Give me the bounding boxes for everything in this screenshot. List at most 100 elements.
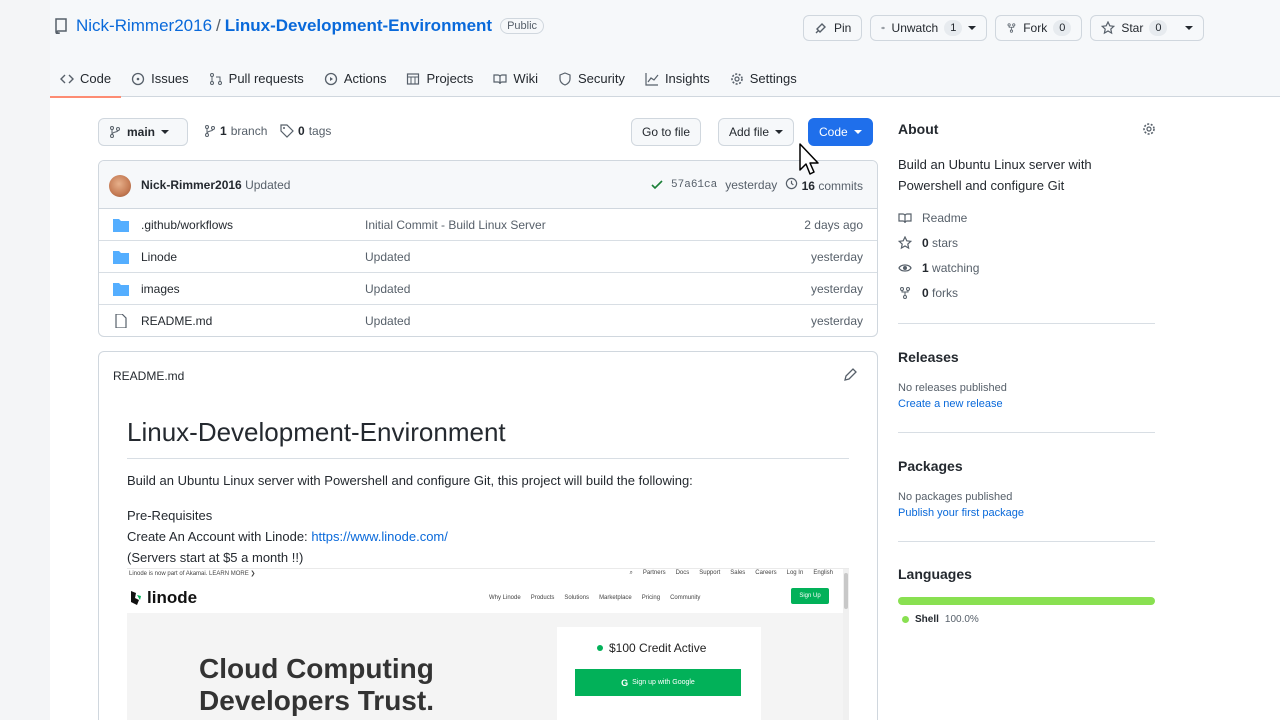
- repo-name-link[interactable]: Linux-Development-Environment: [225, 16, 492, 36]
- table-row[interactable]: Linode Updated yesterday: [99, 241, 877, 273]
- file-name[interactable]: Linode: [141, 250, 177, 264]
- publish-package-link[interactable]: Publish your first package: [898, 507, 1024, 519]
- readme-filename[interactable]: README.md: [113, 369, 184, 383]
- commit-sha[interactable]: 57a61ca: [671, 179, 717, 191]
- code-button[interactable]: Code: [808, 118, 873, 146]
- linode-top-link: Log In: [786, 570, 804, 576]
- file-name[interactable]: README.md: [141, 314, 212, 328]
- commit-message[interactable]: Updated: [245, 178, 290, 192]
- commits-count: 16: [801, 179, 815, 193]
- file-icon: [115, 314, 127, 328]
- google-icon: G: [621, 677, 629, 688]
- linode-menu-item: Why Linode: [489, 595, 521, 601]
- readme-link[interactable]: Readme: [898, 211, 967, 225]
- about-description: Build an Ubuntu Linux server with Powers…: [898, 157, 1092, 193]
- linode-link[interactable]: https://www.linode.com/: [311, 529, 448, 544]
- repo-owner-link[interactable]: Nick-Rimmer2016: [76, 16, 212, 36]
- packages-empty: No packages published: [898, 491, 1013, 503]
- file-commit-message[interactable]: Updated: [365, 314, 410, 328]
- stars-count: 0: [922, 236, 929, 250]
- avatar[interactable]: [109, 175, 131, 197]
- linode-leaf-icon: [131, 591, 141, 605]
- pin-icon: [815, 23, 826, 34]
- commits-link[interactable]: 16 commits: [785, 177, 863, 193]
- repo-title: Nick-Rimmer2016 / Linux-Development-Envi…: [54, 16, 545, 36]
- repo-tabs: Code Issues Pull requests Actions Projec…: [50, 60, 807, 98]
- linode-top-link: English: [813, 570, 833, 576]
- chevron-down-icon: [161, 130, 170, 134]
- tab-label: Settings: [749, 71, 797, 86]
- file-name[interactable]: .github/workflows: [141, 218, 233, 232]
- table-row[interactable]: README.md Updated yesterday: [99, 305, 877, 336]
- stars-link[interactable]: 0 stars: [898, 236, 958, 250]
- linode-logo-text: linode: [147, 588, 198, 607]
- forks-link[interactable]: 0 forks: [898, 286, 958, 300]
- tab-security[interactable]: Security: [548, 60, 635, 97]
- tab-label: Issues: [151, 71, 189, 86]
- file-date: 2 days ago: [804, 218, 863, 232]
- pin-button[interactable]: Pin: [803, 15, 863, 41]
- linode-banner: Linode is now part of Akamai. LEARN MORE…: [129, 571, 256, 577]
- tab-issues[interactable]: Issues: [121, 60, 199, 97]
- add-file-button[interactable]: Add file: [718, 118, 795, 146]
- readme-title: Linux-Development-Environment: [127, 417, 849, 459]
- tab-wiki[interactable]: Wiki: [483, 60, 548, 97]
- chevron-down-icon: [1185, 26, 1194, 30]
- commits-label: commits: [818, 179, 863, 193]
- commit-author[interactable]: Nick-Rimmer2016 Updated: [141, 178, 290, 192]
- book-icon: [898, 213, 912, 224]
- tab-actions[interactable]: Actions: [314, 60, 397, 97]
- releases-empty: No releases published: [898, 382, 1007, 394]
- history-icon: [786, 177, 798, 190]
- tags-count: 0: [298, 124, 305, 138]
- forks-label: forks: [932, 286, 959, 300]
- branch-icon: [110, 126, 120, 138]
- releases-heading[interactable]: Releases: [898, 349, 959, 365]
- go-to-file-button[interactable]: Go to file: [631, 118, 702, 146]
- tab-settings[interactable]: Settings: [720, 60, 807, 97]
- branches-count: 1: [220, 124, 227, 138]
- file-commit-message[interactable]: Updated: [365, 250, 410, 264]
- tab-projects[interactable]: Projects: [396, 60, 483, 97]
- readme-account-line: Create An Account with Linode: https://w…: [127, 529, 448, 544]
- file-commit-message[interactable]: Initial Commit - Build Linux Server: [365, 218, 546, 232]
- tags-link[interactable]: 0 tags: [280, 124, 331, 138]
- branches-link[interactable]: 1 branch: [204, 124, 267, 138]
- watching-count: 1: [922, 261, 929, 275]
- linode-top-link: Support: [699, 570, 721, 576]
- book-icon: [493, 73, 508, 84]
- go-to-file-label: Go to file: [642, 125, 691, 139]
- tab-pull-requests[interactable]: Pull requests: [199, 60, 314, 97]
- star-button[interactable]: Star 0: [1090, 15, 1205, 41]
- watching-link[interactable]: 1 watching: [898, 261, 979, 275]
- pin-label: Pin: [834, 21, 852, 35]
- play-icon: [324, 72, 337, 85]
- tab-code[interactable]: Code: [50, 60, 122, 98]
- language-item[interactable]: Shell 100.0%: [902, 614, 979, 625]
- file-commit-message[interactable]: Updated: [365, 282, 410, 296]
- linode-menu-item: Marketplace: [599, 595, 632, 601]
- tab-label: Actions: [343, 71, 387, 86]
- unwatch-button[interactable]: Unwatch 1: [870, 15, 988, 41]
- file-toolbar: main 1 branch 0 tags Go to file Add file: [98, 118, 878, 146]
- linode-hero-title: Cloud Computing Developers Trust.: [199, 653, 434, 717]
- readme-price-note: (Servers start at $5 a month !!): [127, 550, 304, 565]
- linode-top-link: Partners: [642, 570, 666, 576]
- issues-icon: [131, 72, 145, 85]
- unwatch-label: Unwatch: [891, 21, 939, 35]
- pencil-icon[interactable]: [843, 368, 857, 382]
- tab-insights[interactable]: Insights: [635, 60, 720, 97]
- branch-select[interactable]: main: [98, 118, 188, 146]
- packages-heading[interactable]: Packages: [898, 458, 963, 474]
- divider: [898, 323, 1155, 324]
- file-name[interactable]: images: [141, 282, 180, 296]
- chevron-down-icon: [968, 26, 977, 30]
- fork-button[interactable]: Fork 0: [995, 15, 1083, 41]
- gear-icon: [730, 72, 743, 85]
- readme-link-label: Readme: [922, 211, 968, 225]
- create-release-link[interactable]: Create a new release: [898, 398, 1003, 410]
- table-row[interactable]: .github/workflows Initial Commit - Build…: [99, 209, 877, 241]
- code-label: Code: [819, 125, 848, 139]
- gear-icon[interactable]: [1142, 122, 1156, 136]
- table-row[interactable]: images Updated yesterday: [99, 273, 877, 305]
